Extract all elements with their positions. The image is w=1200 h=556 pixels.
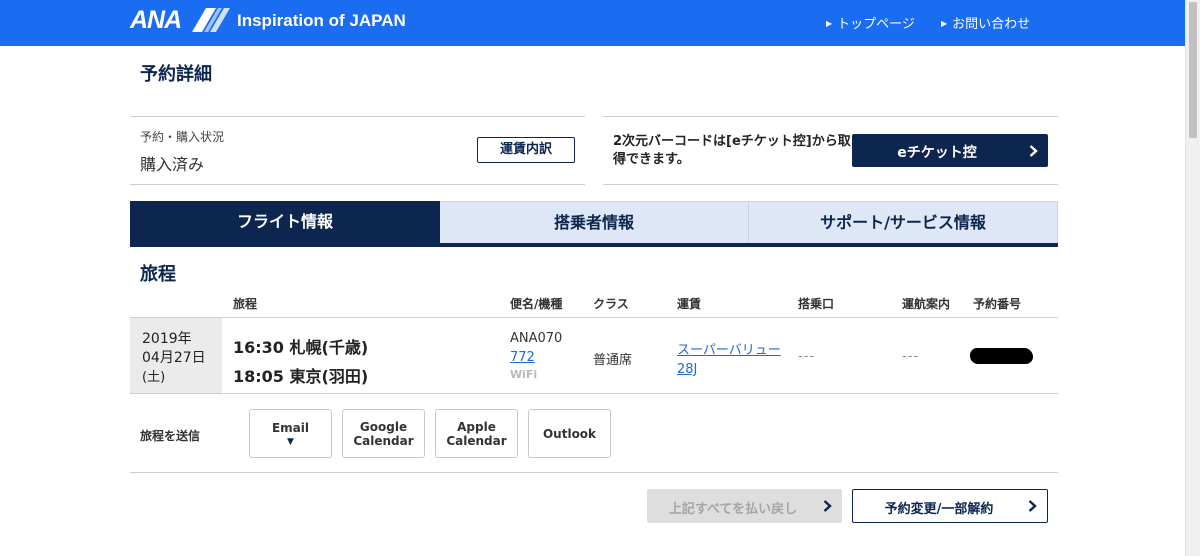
col-flight: 便名/機種	[510, 297, 563, 311]
tab-bar: フライト情報 搭乗者情報 サポート/サービス情報	[130, 201, 1058, 247]
site-header: ANA Inspiration of JAPAN ▶ トップページ ▶ お問い合わせ	[0, 0, 1186, 46]
chevron-right-icon	[1028, 500, 1037, 512]
nav-contact[interactable]: ▶ お問い合わせ	[941, 13, 1030, 32]
eticket-button[interactable]: eチケット控	[852, 134, 1048, 167]
tab-flight-info[interactable]: フライト情報	[130, 201, 440, 243]
google-label-2: Calendar	[353, 433, 414, 448]
col-fare: 運賃	[677, 297, 702, 311]
fare-link[interactable]: スーパーバリュー 28J	[677, 341, 781, 379]
flight-date: 2019年 04月27日 (土)	[130, 318, 222, 393]
flight-number: ANA070	[510, 331, 563, 346]
col-operation: 運航案内	[902, 297, 951, 311]
tagline: Inspiration of JAPAN	[237, 11, 406, 30]
departure: 16:30 札幌(千歳)	[233, 338, 369, 357]
date-year: 2019年	[142, 331, 192, 347]
refund-all-label: 上記すべてを払い戻し	[668, 502, 798, 517]
divider	[603, 116, 1058, 117]
barcode-note: 2次元バーコードは[eチケット控]から取得できます。	[613, 134, 851, 167]
status-value: 購入済み	[140, 155, 205, 174]
email-button-label: Email	[271, 420, 310, 435]
scrollbar[interactable]	[1185, 0, 1200, 556]
page-title: 予約詳細	[140, 64, 212, 85]
operation-value: ---	[902, 349, 920, 364]
triangle-right-icon: ▶	[826, 19, 833, 28]
arrival: 18:05 東京(羽田)	[233, 367, 369, 386]
outlook-button[interactable]: Outlook	[528, 409, 611, 458]
section-title-itinerary: 旅程	[140, 264, 176, 285]
divider	[130, 184, 585, 185]
fare-name: スーパーバリュー	[677, 343, 781, 358]
apple-label-2: Calendar	[446, 433, 507, 448]
nav-contact-label: お問い合わせ	[952, 17, 1031, 32]
change-booking-button[interactable]: 予約変更/一部解約	[852, 489, 1048, 523]
triangle-right-icon: ▶	[941, 19, 948, 28]
seat-class: 普通席	[593, 353, 633, 368]
apple-calendar-button[interactable]: Apple Calendar	[435, 409, 518, 458]
tab-passenger-info[interactable]: 搭乗者情報	[440, 201, 749, 243]
send-itinerary-label: 旅程を送信	[140, 429, 201, 443]
scrollbar-thumb[interactable]	[1189, 2, 1197, 138]
gate-value: ---	[798, 349, 816, 364]
tab-underline	[130, 243, 1058, 247]
wifi-label: WiFi	[510, 368, 538, 381]
fare-code: 28J	[677, 362, 698, 377]
divider	[130, 472, 1058, 473]
chevron-right-icon	[823, 500, 832, 512]
divider	[130, 317, 1058, 318]
fare-breakdown-button[interactable]: 運賃内訳	[477, 137, 575, 163]
logo-text: ANA	[130, 6, 182, 34]
nav-top-page-label: トップページ	[837, 17, 915, 32]
aircraft-link[interactable]: 772	[510, 350, 535, 365]
ana-logo[interactable]: ANA	[130, 6, 230, 34]
divider	[603, 184, 1058, 185]
email-button[interactable]: Email ▼	[249, 409, 332, 458]
date-weekday: (土)	[142, 370, 166, 385]
col-gate: 搭乗口	[798, 297, 835, 311]
change-booking-label: 予約変更/一部解約	[884, 502, 994, 517]
outlook-label: Outlook	[542, 426, 597, 441]
tab-support-info[interactable]: サポート/サービス情報	[749, 201, 1058, 243]
divider	[130, 393, 1058, 394]
col-booking-number: 予約番号	[973, 297, 1022, 311]
logo-stripes-icon	[192, 8, 230, 32]
divider	[130, 116, 585, 117]
status-label: 予約・購入状況	[140, 130, 225, 144]
booking-number-redacted	[970, 348, 1033, 364]
date-day: 04月27日	[142, 350, 206, 366]
apple-label-1: Apple	[457, 419, 496, 434]
google-calendar-button[interactable]: Google Calendar	[342, 409, 425, 458]
eticket-button-label: eチケット控	[897, 145, 977, 161]
google-label-1: Google	[359, 419, 408, 434]
col-itinerary: 旅程	[233, 297, 258, 311]
caret-down-icon: ▼	[287, 436, 294, 447]
nav-top-page[interactable]: ▶ トップページ	[826, 13, 915, 32]
chevron-right-icon	[1029, 144, 1038, 157]
refund-all-button[interactable]: 上記すべてを払い戻し	[647, 489, 842, 523]
col-class: クラス	[593, 297, 629, 311]
